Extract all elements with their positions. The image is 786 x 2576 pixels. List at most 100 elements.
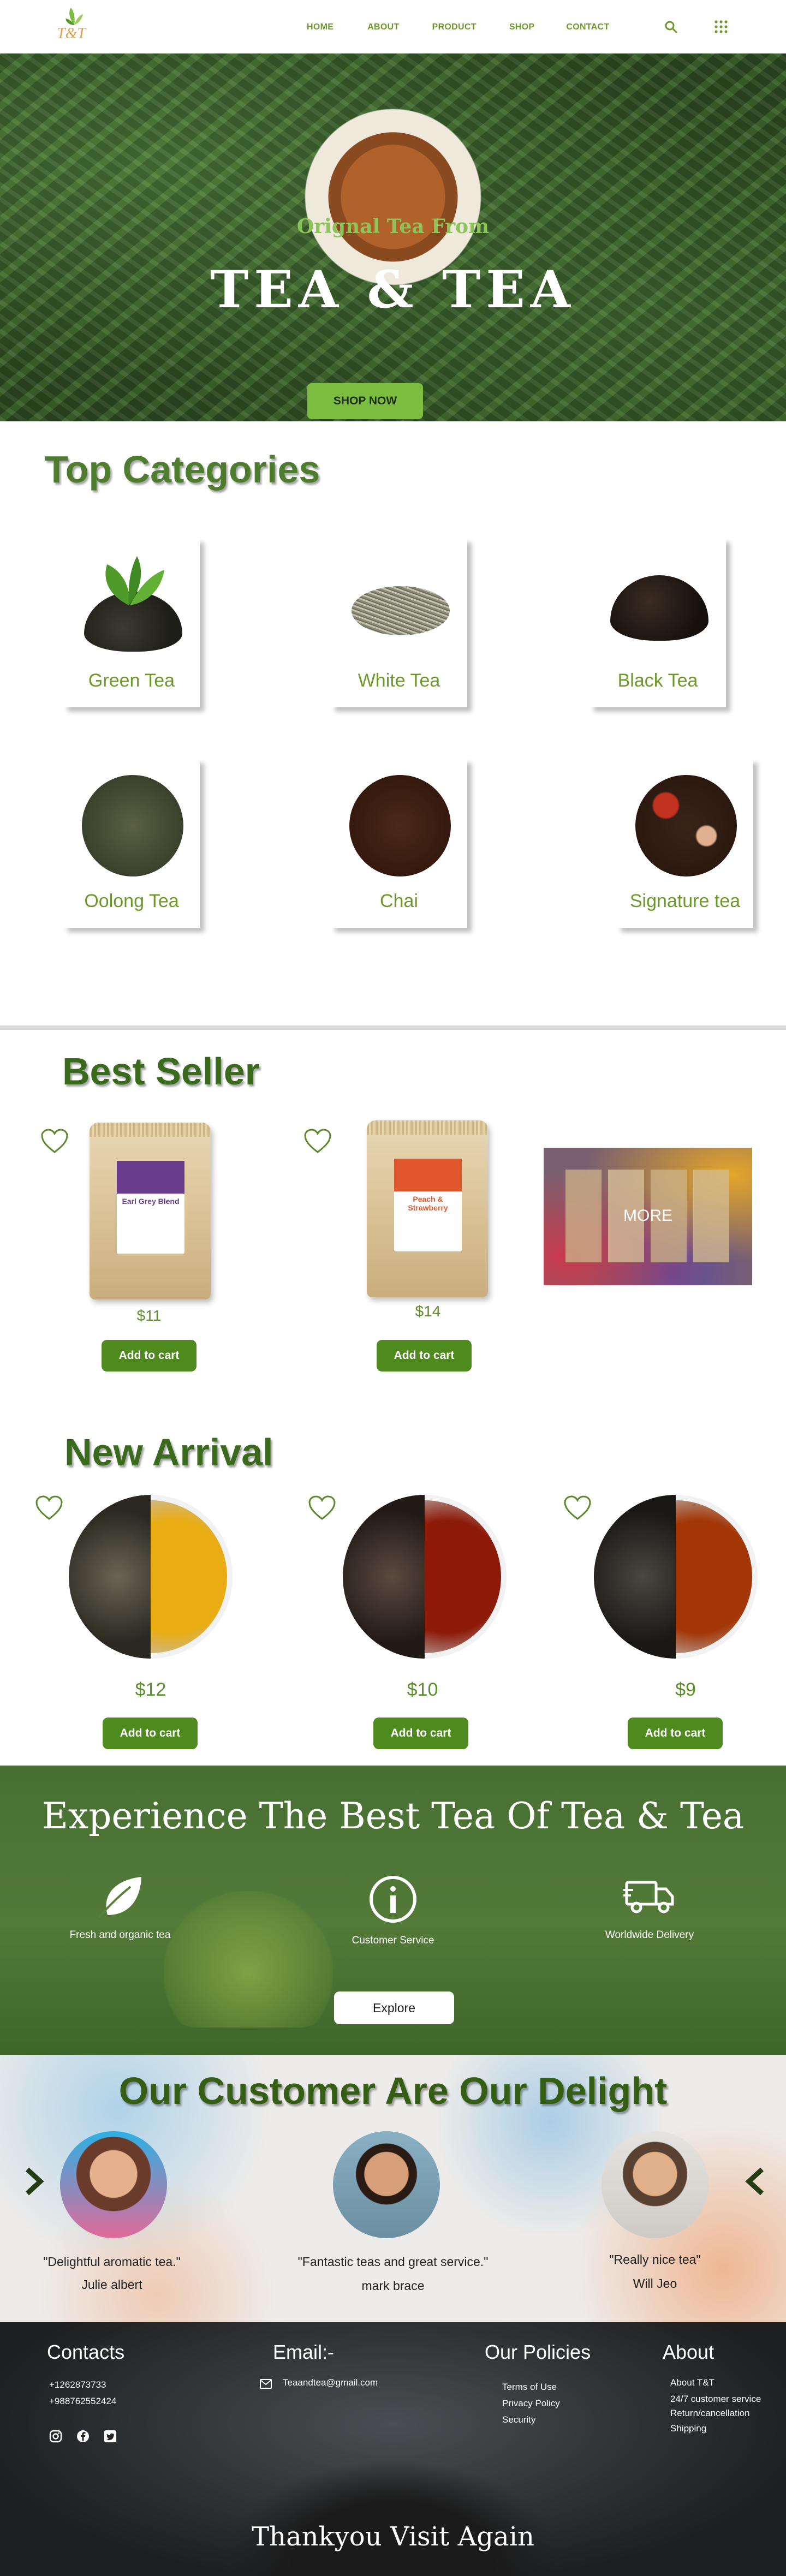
policies-heading: Our Policies xyxy=(485,2341,591,2363)
new-arrival-section: New Arrival $12 Add to cart $10 Add to c… xyxy=(0,1414,786,1766)
experience-banner: Experience The Best Tea Of Tea & Tea Fre… xyxy=(0,1766,786,2055)
product-image xyxy=(594,1495,758,1659)
email-address[interactable]: Teaandtea@gmail.com xyxy=(283,2375,378,2391)
delivery-truck-icon xyxy=(623,1881,674,1913)
nav-shop[interactable]: SHOP xyxy=(509,22,535,32)
add-to-cart-button[interactable]: Add to cart xyxy=(103,1718,198,1749)
chevron-right-icon[interactable] xyxy=(743,2165,765,2198)
testimonial-quote: "Delightful aromatic tea." xyxy=(43,2255,181,2269)
more-products-tile[interactable]: MORE xyxy=(544,1148,752,1285)
section-title: New Arrival xyxy=(64,1431,273,1474)
nav-about[interactable]: ABOUT xyxy=(367,22,399,32)
signature-tea-image xyxy=(628,774,742,878)
testimonials-section: Our Customer Are Our Delight "Delightful… xyxy=(0,2055,786,2322)
contacts-heading: Contacts xyxy=(47,2341,125,2363)
product-price: $11 xyxy=(136,1307,162,1324)
feature-label: Fresh and organic tea xyxy=(69,1929,171,1941)
product-image: Peach & Strawberry xyxy=(367,1120,488,1297)
instagram-icon[interactable] xyxy=(49,2430,62,2443)
policy-link-privacy[interactable]: Privacy Policy xyxy=(502,2395,560,2412)
nav-product[interactable]: PRODUCT xyxy=(432,22,477,32)
oolong-tea-image xyxy=(74,774,189,878)
category-label: Chai xyxy=(380,891,418,911)
customer-name: Will Jeo xyxy=(633,2276,677,2291)
shop-now-button[interactable]: SHOP NOW xyxy=(307,383,423,419)
info-icon xyxy=(370,1876,416,1923)
about-link[interactable]: Shipping xyxy=(670,2420,706,2437)
product-image xyxy=(343,1495,507,1659)
leaf-icon xyxy=(98,1877,141,1918)
category-card-signature-tea[interactable]: Signature tea xyxy=(617,759,753,928)
main-menu: HOME ABOUT PRODUCT SHOP CONTACT xyxy=(307,22,609,32)
thank-you-message: Thankyou Visit Again xyxy=(252,2521,534,2552)
hero-title: TEA & TEA xyxy=(210,260,576,320)
nav-contact[interactable]: CONTACT xyxy=(566,22,609,32)
product-price: $12 xyxy=(135,1679,166,1700)
search-icon[interactable] xyxy=(664,20,678,34)
add-to-cart-button[interactable]: Add to cart xyxy=(628,1718,723,1749)
product-name: Earl Grey Blend xyxy=(122,1197,180,1206)
avatar xyxy=(333,2131,440,2238)
category-card-white-tea[interactable]: White Tea xyxy=(331,538,467,707)
brand-logo[interactable]: T&T xyxy=(55,7,93,47)
product-band xyxy=(117,1161,184,1194)
section-title: Top Categories xyxy=(45,448,320,491)
tea-glass-image xyxy=(164,1891,333,2028)
heart-icon[interactable] xyxy=(35,1495,63,1521)
category-label: Signature tea xyxy=(629,891,741,911)
category-label: Black Tea xyxy=(617,670,698,691)
logo-text: T&T xyxy=(57,25,86,42)
product-name: Peach & Strawberry xyxy=(408,1195,448,1212)
facebook-icon[interactable] xyxy=(76,2430,90,2443)
about-link[interactable]: Return/cancellation xyxy=(670,2405,750,2422)
feature-organic: Fresh and organic tea xyxy=(55,1875,186,1941)
email-heading: Email:- xyxy=(273,2341,335,2363)
customer-name: mark brace xyxy=(361,2279,425,2293)
heart-icon[interactable] xyxy=(40,1128,69,1154)
hero-subtitle: Orignal Tea From xyxy=(296,215,490,238)
product-price: $10 xyxy=(407,1679,438,1700)
add-to-cart-button[interactable]: Add to cart xyxy=(102,1340,196,1372)
product-price: $14 xyxy=(415,1303,441,1320)
add-to-cart-button[interactable]: Add to cart xyxy=(373,1718,468,1749)
explore-button[interactable]: Explore xyxy=(334,1991,454,2024)
mail-icon xyxy=(260,2379,272,2389)
testimonial-quote: "Fantastic teas and great service." xyxy=(297,2255,489,2269)
feature-delivery: Worldwide Delivery xyxy=(584,1875,715,1941)
heart-icon[interactable] xyxy=(563,1495,592,1521)
phone-number: +1262873733 xyxy=(49,2380,106,2390)
category-card-chai[interactable]: Chai xyxy=(331,759,467,928)
product-band xyxy=(394,1159,462,1191)
category-label: Green Tea xyxy=(88,670,175,691)
feature-label: Worldwide Delivery xyxy=(605,1929,694,1941)
leaf-logo-icon xyxy=(66,8,83,25)
testimonials-title: Our Customer Are Our Delight xyxy=(118,2070,668,2112)
testimonial-quote: "Really nice tea" xyxy=(609,2252,701,2267)
section-title: Best Seller xyxy=(62,1050,260,1093)
product-price: $9 xyxy=(675,1679,696,1700)
heart-icon[interactable] xyxy=(308,1495,336,1521)
policy-link-security[interactable]: Security xyxy=(502,2412,535,2428)
avatar xyxy=(602,2131,708,2238)
phone-number: +988762552424 xyxy=(49,2396,117,2406)
product-image xyxy=(69,1495,233,1659)
category-label: White Tea xyxy=(358,670,440,691)
about-heading: About xyxy=(663,2341,714,2363)
add-to-cart-button[interactable]: Add to cart xyxy=(377,1340,472,1372)
nav-home[interactable]: HOME xyxy=(307,22,334,32)
policy-link-terms[interactable]: Terms of Use xyxy=(502,2379,557,2395)
category-card-black-tea[interactable]: Black Tea xyxy=(590,538,726,707)
category-card-green-tea[interactable]: Green Tea xyxy=(63,538,200,707)
heart-icon[interactable] xyxy=(303,1128,332,1154)
about-link[interactable]: About T&T xyxy=(670,2375,714,2391)
category-label: Oolong Tea xyxy=(84,891,179,911)
white-tea-image xyxy=(342,553,456,657)
twitter-icon[interactable] xyxy=(104,2430,117,2443)
tea-liquid xyxy=(151,1495,233,1659)
grid-menu-icon[interactable] xyxy=(714,20,728,34)
more-label: MORE xyxy=(623,1207,672,1225)
chevron-left-icon[interactable] xyxy=(24,2165,46,2198)
site-footer: Contacts +1262873733 +988762552424 Email… xyxy=(0,2322,786,2576)
customer-name: Julie albert xyxy=(81,2277,142,2292)
category-card-oolong-tea[interactable]: Oolong Tea xyxy=(63,759,200,928)
